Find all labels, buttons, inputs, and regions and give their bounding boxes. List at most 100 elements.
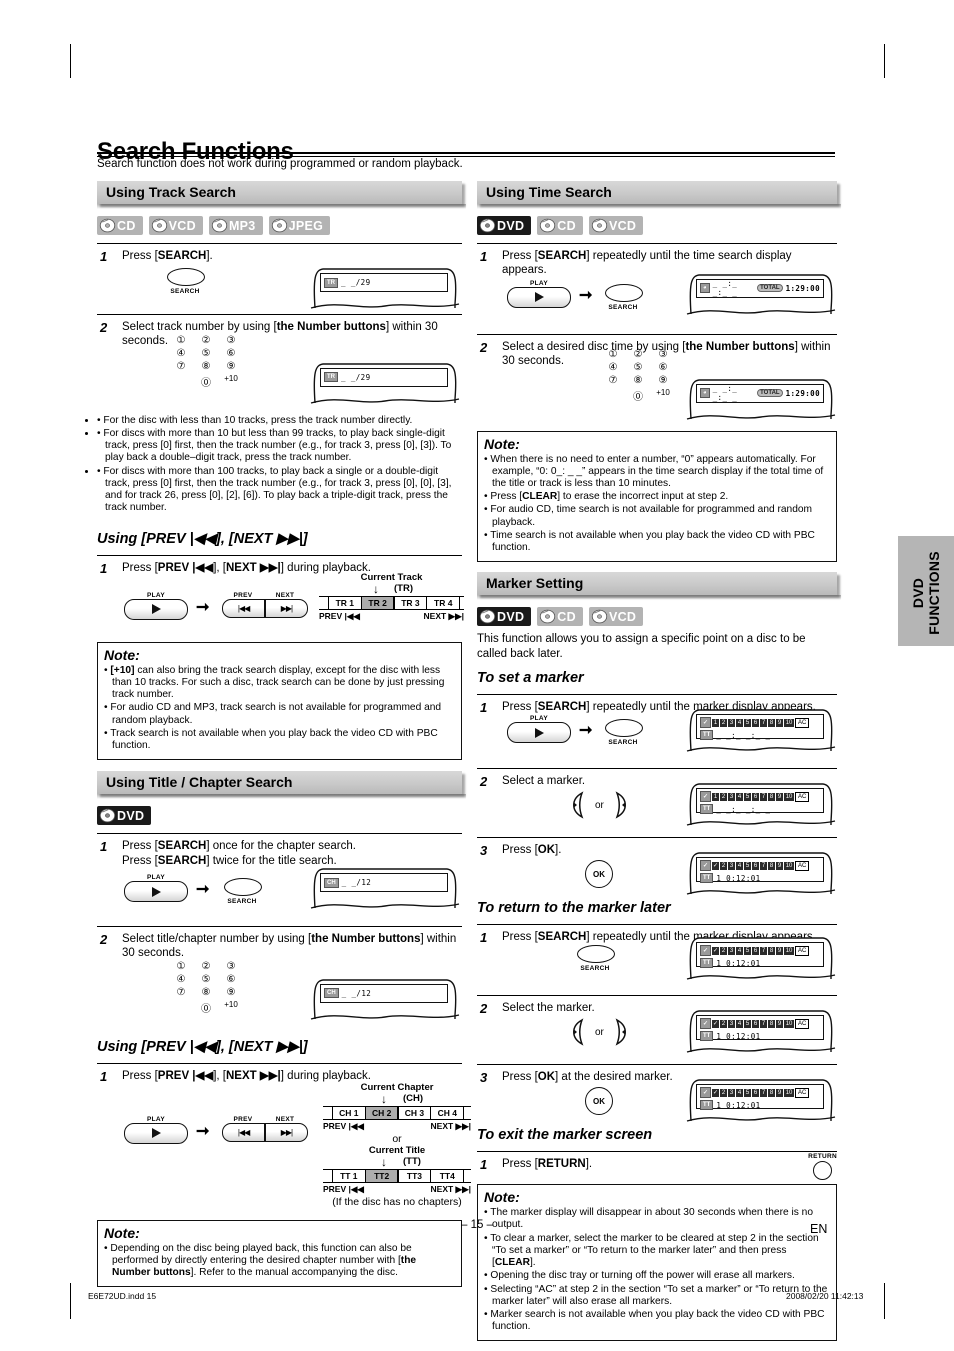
number-key-plus10[interactable]: +10 [221,1000,241,1015]
ok-button-icon: OK [585,1087,613,1116]
number-key-zero[interactable]: ⓪ [196,1000,216,1015]
note-item: When there is no need to enter a number,… [484,454,830,491]
disc-icon [99,808,116,823]
step-2: 2 Select title/chapter number by using [… [97,932,462,961]
number-key[interactable]: ⑦ [171,987,191,998]
panel-tag: TT [700,1100,714,1111]
prev-glyph: |◀◀ [237,603,250,613]
marker-cell: 3 [728,946,736,955]
marker-cell: 5 [744,792,752,801]
play-button-icon [124,1122,188,1144]
number-key[interactable]: ⑦ [171,361,191,372]
marker-ac: AC [795,1087,810,1098]
number-key[interactable]: ④ [171,348,191,359]
marker-cell: 7 [760,1088,768,1097]
intro-text: Search function does not work during pro… [97,158,463,170]
number-key[interactable]: ④ [171,974,191,985]
number-key[interactable]: ⑨ [221,987,241,998]
marker-cell: 9 [776,861,784,870]
panel-screen: ✓ ✓ 2 3 4 5 6 7 8 9 10 AC TT 1 0:12:01 [696,942,824,969]
number-key[interactable]: ② [196,335,216,346]
number-key[interactable]: ① [171,335,191,346]
marker-cell: 1 [712,792,720,801]
number-key[interactable]: ⑥ [221,348,241,359]
search-button-label: SEARCH [170,288,200,295]
number-key-zero[interactable]: ⓪ [628,388,648,403]
number-key[interactable]: ③ [221,335,241,346]
total-value: 1:29:00 [785,388,820,398]
diagram-caption: Current Chapter [360,1081,434,1093]
cursor-left-icon [573,1018,584,1046]
marker-row: ✓ ✓ 2 3 4 5 6 7 8 9 10 AC [700,945,820,957]
panel-tag: TR [324,277,338,288]
number-key[interactable]: ② [628,349,648,360]
strip-cell-current: CH 2 [364,1106,399,1119]
number-key[interactable]: ① [171,961,191,972]
subsection-to-return-marker: To return to the marker later [477,900,671,917]
strip-cell: TT3 [397,1169,432,1182]
number-key[interactable]: ⑥ [653,362,673,373]
search-button-icon [224,878,262,897]
marker-cell: 10 [784,718,795,727]
number-key[interactable]: ⑧ [628,375,648,386]
marker-icon: ✓ [700,945,712,957]
step-1: 1 Press [RETURN]. RETURN [477,1153,837,1181]
disc-badge-list: DVD CD VCD [477,216,837,235]
disc-badge-dvd: DVD [477,607,532,627]
number-key[interactable]: ⑤ [628,362,648,373]
panel-value: _ _/29 [341,372,371,382]
play-button-icon [507,722,571,744]
section-heading: Using Track Search [97,181,466,209]
disc-label: DVD [497,218,525,233]
disc-label: CD [557,609,576,624]
return-button-figure: RETURN [808,1153,837,1181]
marker-cell: 2 [720,1019,728,1028]
marker-row: ✓ ✓ 2 3 4 5 6 7 8 9 10 AC [700,1018,820,1030]
step-number: 1 [480,930,488,946]
number-key[interactable]: ⑧ [196,987,216,998]
number-key-zero[interactable]: ⓪ [196,374,216,389]
strip-prev-label: PREV |◀◀ [319,610,360,621]
strip-cell: CH 3 [397,1106,432,1119]
number-key[interactable]: ⑤ [196,348,216,359]
display-panel-figure: TR _ _/29 [309,359,461,405]
number-key[interactable]: ③ [653,349,673,360]
marker-cell: 7 [760,861,768,870]
disc-label: CD [557,218,576,233]
strip-prev-label: PREV |◀◀ [323,1183,364,1194]
number-key[interactable]: ⑤ [196,974,216,985]
marker-icon: ✓ [700,791,712,803]
note-item: [+10] can also bring the track search di… [104,665,455,702]
step-number: 1 [480,700,488,716]
crop-mark [884,1285,885,1319]
strip-cell-current: TT2 [364,1169,399,1182]
marker-cell: 3 [728,792,736,801]
number-key[interactable]: ④ [603,362,623,373]
track-strip: TR 1 TR 2 TR 3 TR 4 [319,595,464,610]
number-key[interactable]: ⑦ [603,375,623,386]
marker-cell: 10 [784,861,795,870]
number-key[interactable]: ③ [221,961,241,972]
note-item: For audio CD and MP3, track search is no… [104,702,455,726]
number-key[interactable]: ⑧ [196,361,216,372]
marker-cell: 7 [760,1019,768,1028]
number-key-plus10[interactable]: +10 [221,374,241,389]
marker-cell: 7 [760,792,768,801]
disc-label: DVD [117,808,145,823]
footer-timestamp: 2008/02/20 11:42:13 [786,1291,864,1301]
footer-filename: E6E72UD.indd 15 [88,1291,157,1301]
search-button-label: SEARCH [580,965,610,973]
panel-screen: TR _ _/29 [320,273,448,292]
disc-icon [479,610,496,624]
return-button-label: RETURN [808,1153,837,1161]
number-key[interactable]: ① [603,349,623,360]
total-value: 1:29:00 [785,283,820,293]
number-key[interactable]: ⑥ [221,974,241,985]
number-key[interactable]: ② [196,961,216,972]
number-key[interactable]: ⑨ [653,375,673,386]
note-item: Marker search is not available when you … [484,1309,830,1333]
marker-cell: 4 [736,1019,744,1028]
number-key-plus10[interactable]: +10 [653,388,673,403]
number-key[interactable]: ⑨ [221,361,241,372]
marker-cell: 9 [776,1088,784,1097]
